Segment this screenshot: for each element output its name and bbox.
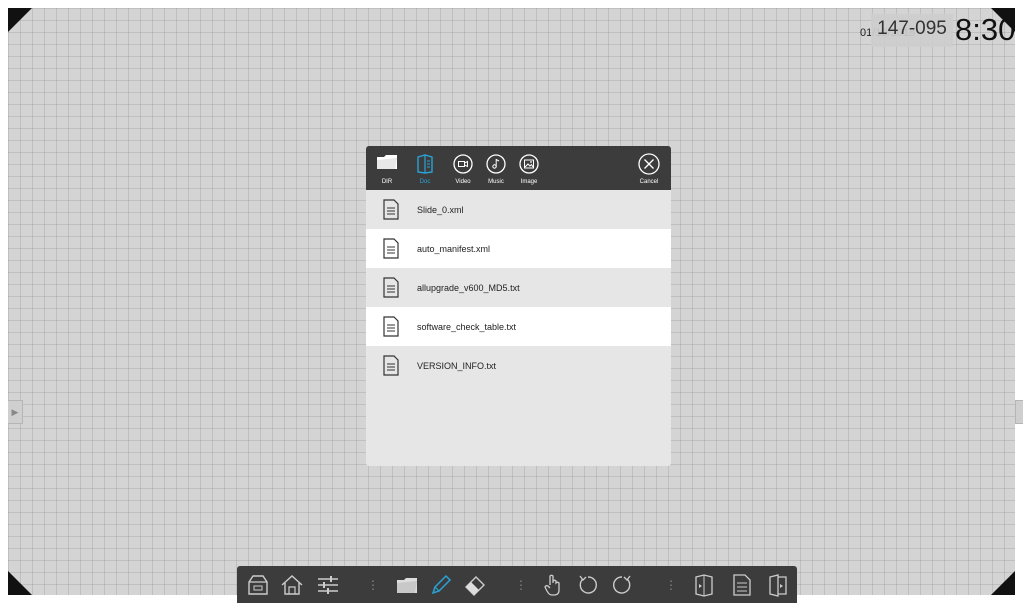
file-list: Slide_0.xml auto_manifest.xml allupgrade…: [366, 190, 671, 385]
list-item[interactable]: VERSION_INFO.txt: [366, 346, 671, 385]
exit-icon: [769, 574, 787, 597]
file-name: auto_manifest.xml: [417, 243, 491, 254]
document-icon: [383, 199, 399, 220]
bottom-toolbar: ⋮ ⋮ ⋮: [237, 566, 797, 603]
right-panel-handle[interactable]: [1015, 400, 1023, 424]
pen-icon: [431, 574, 452, 595]
pen-button[interactable]: [428, 572, 454, 598]
image-icon: [519, 154, 539, 174]
cancel-button[interactable]: Cancel: [631, 146, 667, 190]
corner-marker: [991, 571, 1015, 595]
undo-icon: [579, 575, 597, 594]
list-item[interactable]: allupgrade_v600_MD5.txt: [366, 268, 671, 307]
folder-button[interactable]: [394, 572, 420, 598]
hand-pointer-icon: [544, 574, 560, 596]
toolbar-separator: ⋮: [665, 578, 677, 592]
tab-video[interactable]: Video: [446, 146, 480, 190]
document-icon: [383, 355, 399, 376]
redo-button[interactable]: [609, 572, 635, 598]
file-name: allupgrade_v600_MD5.txt: [417, 282, 520, 293]
list-item[interactable]: auto_manifest.xml: [366, 229, 671, 268]
music-icon: [486, 154, 506, 174]
tab-doc[interactable]: Doc: [408, 146, 442, 190]
file-name: VERSION_INFO.txt: [417, 360, 497, 371]
corner-marker: [8, 571, 32, 595]
clock-time: 8:30: [955, 12, 1016, 47]
tab-label: Doc: [419, 179, 431, 185]
home-button[interactable]: [279, 572, 305, 598]
doc-import-icon: [695, 574, 713, 597]
settings-button[interactable]: [315, 572, 341, 598]
code-badge: 147-095: [871, 14, 953, 47]
close-icon: [638, 153, 660, 175]
tab-dir[interactable]: DIR: [370, 146, 404, 190]
document-button[interactable]: [729, 572, 755, 598]
tray-button[interactable]: [245, 572, 271, 598]
undo-button[interactable]: [575, 572, 601, 598]
file-type-tabs: DIR Doc Video Music Image Cancel: [366, 146, 671, 190]
folder-icon: [397, 578, 417, 593]
toolbar-separator: ⋮: [367, 578, 379, 592]
tab-image[interactable]: Image: [512, 146, 546, 190]
file-name: software_check_table.txt: [417, 321, 517, 332]
eraser-icon: [465, 576, 485, 596]
file-picker-dialog: DIR Doc Video Music Image Cancel Slide_0…: [366, 146, 671, 466]
video-icon: [453, 154, 473, 174]
document-icon: [733, 574, 751, 596]
doc-icon: [417, 154, 433, 174]
file-name: Slide_0.xml: [417, 204, 464, 215]
tab-label: Music: [488, 179, 504, 185]
import-button[interactable]: [691, 572, 717, 598]
folder-icon: [377, 155, 397, 169]
list-item[interactable]: software_check_table.txt: [366, 307, 671, 346]
document-icon: [383, 277, 399, 298]
document-icon: [383, 316, 399, 337]
corner-marker: [8, 8, 32, 32]
tab-label: DIR: [381, 179, 393, 185]
tab-label: Image: [520, 179, 538, 185]
redo-icon: [613, 575, 631, 594]
list-item[interactable]: Slide_0.xml: [366, 190, 671, 229]
eraser-button[interactable]: [462, 572, 488, 598]
cancel-label: Cancel: [639, 179, 659, 185]
tab-label: Video: [455, 179, 471, 185]
left-panel-handle[interactable]: ▶: [8, 400, 23, 424]
toolbar-separator: ⋮: [515, 578, 527, 592]
tab-music[interactable]: Music: [479, 146, 513, 190]
home-icon: [281, 575, 303, 595]
tray-icon: [248, 575, 268, 595]
exit-button[interactable]: [765, 572, 791, 598]
settings-sliders-icon: [318, 576, 338, 594]
document-icon: [383, 238, 399, 259]
select-hand-button[interactable]: [540, 572, 566, 598]
